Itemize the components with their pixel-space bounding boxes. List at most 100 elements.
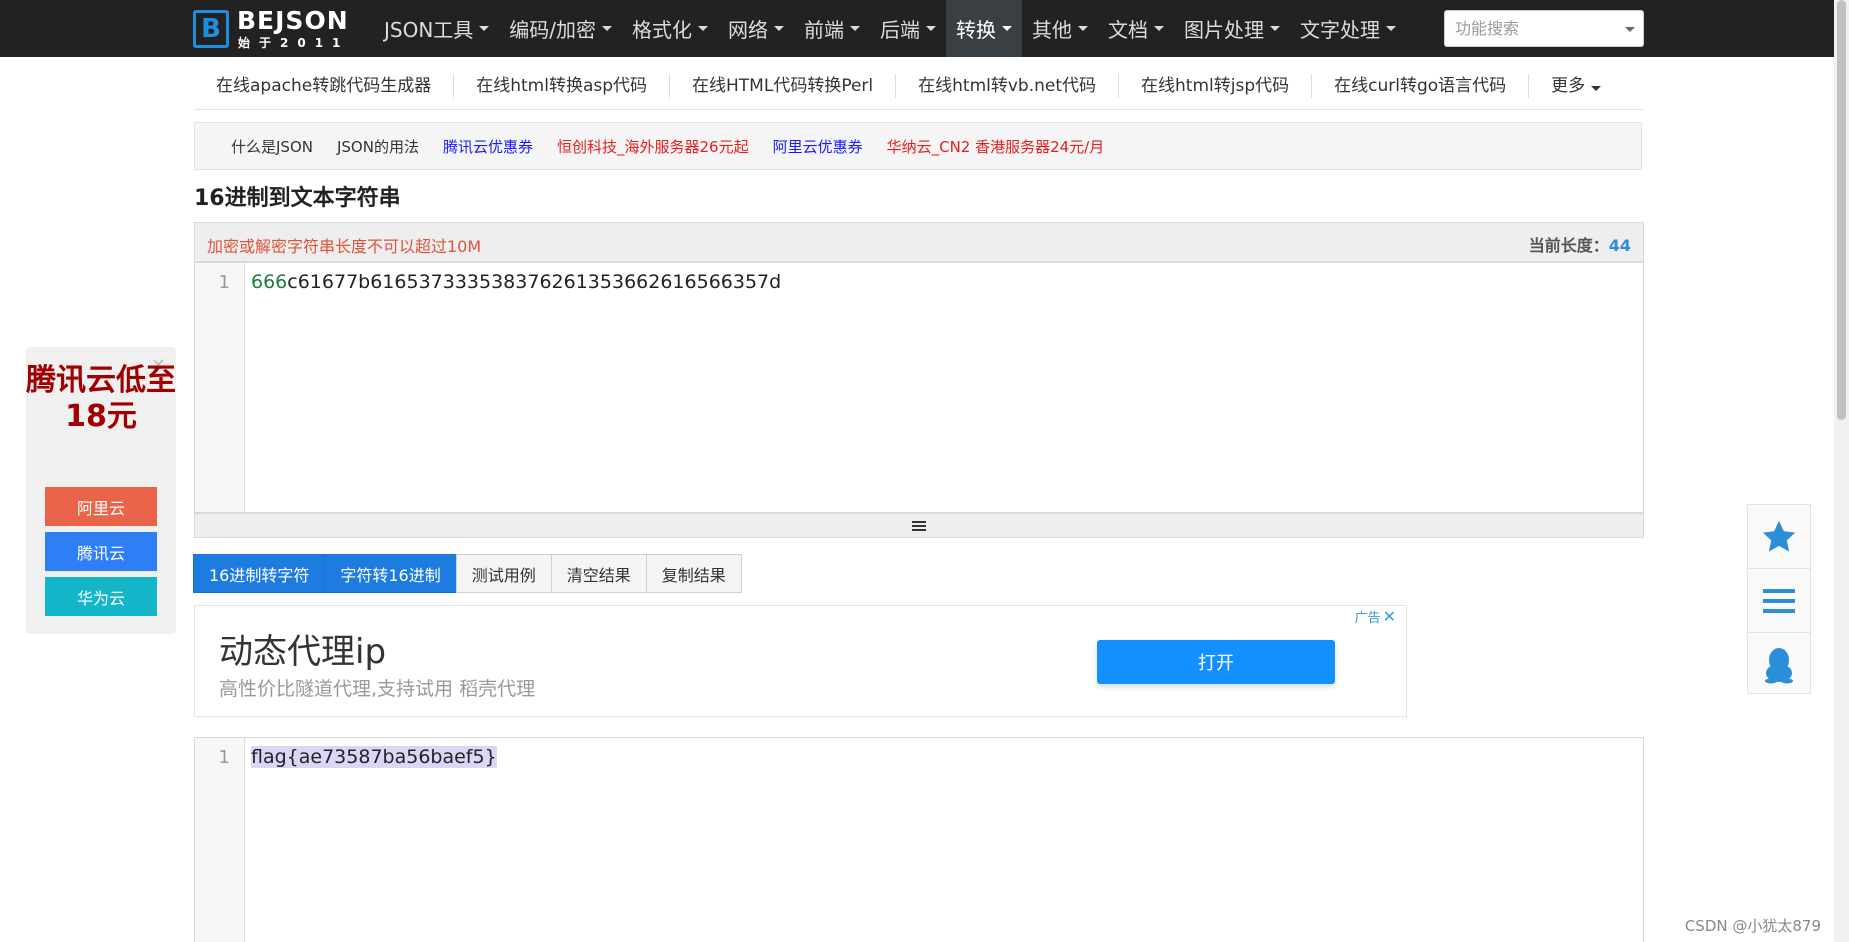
- nav-item-label: 前端: [804, 18, 845, 42]
- subnav-link[interactable]: 在线html转vb.net代码: [896, 73, 1120, 98]
- nav-item[interactable]: 文字处理: [1290, 0, 1406, 57]
- subnav-link[interactable]: 在线HTML代码转换Perl: [670, 73, 897, 98]
- chevron-down-icon: [1270, 26, 1281, 31]
- nav-item[interactable]: JSON工具: [374, 0, 499, 57]
- page-title: 16进制到文本字符串: [194, 186, 401, 211]
- action-buttons: 16进制转字符 字符转16进制 测试用例 清空结果 复制结果: [193, 554, 742, 593]
- ad-title: 动态代理ip: [219, 632, 387, 672]
- logo-icon[interactable]: B: [193, 10, 229, 48]
- editor-resize-handle[interactable]: [194, 513, 1644, 538]
- subnav-link[interactable]: 在线html转换asp代码: [454, 73, 671, 98]
- sub-nav: 在线apache转跳代码生成器 在线html转换asp代码 在线HTML代码转换Pe…: [194, 62, 1644, 110]
- quick-link[interactable]: 腾讯云优惠券: [443, 136, 533, 157]
- result-text: flag{ae73587ba56baef5}: [251, 746, 497, 768]
- scrollbar-thumb[interactable]: [1837, 0, 1846, 420]
- left-ad-button[interactable]: 阿里云: [45, 487, 157, 526]
- nav-item[interactable]: 转换: [946, 0, 1023, 57]
- subnav-link[interactable]: 在线html转jsp代码: [1119, 73, 1313, 98]
- logo-title[interactable]: BEJSON: [237, 6, 349, 35]
- action-button[interactable]: 清空结果: [550, 554, 647, 593]
- nav-item[interactable]: 编码/加密: [499, 0, 622, 57]
- nav-item-label: 文档: [1108, 18, 1149, 42]
- action-button[interactable]: 复制结果: [645, 554, 742, 593]
- left-ad-button[interactable]: 华为云: [45, 577, 157, 616]
- nav-item[interactable]: 文档: [1098, 0, 1174, 57]
- nav-menu: JSON工具 编码/加密 格式化 网络 前端 后端 转换 其他 文档 图片处理 文字处理: [374, 0, 1406, 57]
- qq-penguin-icon: [1765, 647, 1793, 683]
- nav-item-label: JSON工具: [384, 18, 474, 42]
- nav-item-label: 图片处理: [1184, 18, 1265, 42]
- current-length-label: 当前长度：: [1528, 236, 1609, 255]
- code-rest-token: c61677b616537333538376261353662616566357…: [287, 271, 782, 293]
- quick-link[interactable]: JSON的用法: [337, 136, 419, 157]
- nav-item-label: 文字处理: [1300, 18, 1381, 42]
- page-scrollbar[interactable]: [1834, 0, 1849, 942]
- subnav-link[interactable]: 在线apache转跳代码生成器: [194, 73, 455, 98]
- left-ad-button[interactable]: 腾讯云: [45, 532, 157, 571]
- length-warning: 加密或解密字符串长度不可以超过10M: [207, 237, 482, 256]
- chevron-down-icon: [479, 26, 490, 31]
- nav-item[interactable]: 图片处理: [1174, 0, 1290, 57]
- subnav-link[interactable]: 在线curl转go语言代码: [1312, 73, 1530, 98]
- quick-link[interactable]: 恒创科技_海外服务器26元起: [557, 136, 749, 157]
- close-icon[interactable]: ✕: [1383, 607, 1396, 626]
- ad-label: 广告 ✕: [1355, 607, 1396, 626]
- function-search-select[interactable]: 功能搜索: [1444, 10, 1644, 47]
- nav-item-label: 编码/加密: [509, 18, 597, 42]
- input-panel-header: 加密或解密字符串长度不可以超过10M 当前长度：44: [194, 222, 1644, 262]
- action-button[interactable]: 16进制转字符: [193, 554, 326, 593]
- watermark: CSDN @小犹太879: [1684, 917, 1821, 935]
- editor-gutter: 1: [195, 738, 245, 942]
- resize-handle-icon: [912, 519, 926, 533]
- logo-subtitle: 始于2011: [238, 36, 350, 50]
- chevron-down-icon: [1154, 26, 1165, 31]
- ad-subtitle: 高性价比隧道代理,支持试用 稻壳代理: [219, 678, 536, 700]
- chevron-down-icon: [774, 26, 785, 31]
- chevron-down-icon: [1002, 26, 1013, 31]
- nav-item-label: 格式化: [632, 18, 693, 42]
- chevron-down-icon: [850, 26, 861, 31]
- input-code-line[interactable]: 666c61677b616537333538376261353662616566…: [251, 271, 781, 293]
- output-editor[interactable]: 1 flag{ae73587ba56baef5}: [194, 737, 1644, 942]
- subnav-more-label: 更多: [1551, 75, 1586, 96]
- star-icon: [1762, 520, 1796, 552]
- chevron-down-icon: [698, 26, 709, 31]
- ad-label-text: 广告: [1354, 611, 1381, 626]
- nav-item-label: 网络: [728, 18, 769, 42]
- chevron-down-icon: [1591, 85, 1602, 91]
- quick-link[interactable]: 华纳云_CN2 香港服务器24元/月: [887, 136, 1105, 157]
- subnav-more[interactable]: 更多: [1529, 74, 1623, 98]
- nav-item[interactable]: 格式化: [622, 0, 718, 57]
- search-placeholder: 功能搜索: [1455, 19, 1520, 38]
- chevron-down-icon: [1386, 26, 1397, 31]
- nav-item[interactable]: 网络: [718, 0, 794, 57]
- output-result-line[interactable]: flag{ae73587ba56baef5}: [251, 746, 497, 768]
- top-nav: B BEJSON 始于2011 JSON工具 编码/加密 格式化 网络 前端 后端 转换 其他…: [0, 0, 1849, 57]
- input-editor[interactable]: 1 666c61677b6165373335383762613536626165…: [194, 262, 1644, 513]
- favorite-button[interactable]: [1748, 505, 1810, 569]
- menu-icon: [1763, 588, 1795, 613]
- nav-item[interactable]: 后端: [870, 0, 946, 57]
- qq-contact-button[interactable]: [1748, 633, 1810, 696]
- action-button[interactable]: 字符转16进制: [324, 554, 457, 593]
- chevron-down-icon: [1078, 26, 1089, 31]
- chevron-down-icon: [926, 26, 937, 31]
- ad-banner[interactable]: 动态代理ip 高性价比隧道代理,支持试用 稻壳代理 打开 广告 ✕: [194, 605, 1407, 717]
- chevron-down-icon: [1625, 27, 1635, 32]
- code-number-token: 666: [251, 271, 288, 293]
- nav-item[interactable]: 其他: [1022, 0, 1098, 57]
- quick-link[interactable]: 阿里云优惠券: [773, 136, 863, 157]
- current-length-value: 44: [1608, 236, 1631, 255]
- menu-button[interactable]: [1748, 569, 1810, 633]
- chevron-down-icon: [602, 26, 613, 31]
- floating-toolbar: [1747, 504, 1811, 694]
- editor-gutter: 1: [195, 263, 245, 512]
- nav-item[interactable]: 前端: [794, 0, 870, 57]
- ad-open-button[interactable]: 打开: [1097, 640, 1335, 684]
- line-number: 1: [218, 272, 230, 293]
- quick-link[interactable]: 什么是JSON: [231, 136, 313, 157]
- nav-item-label: 其他: [1032, 18, 1073, 42]
- action-button[interactable]: 测试用例: [455, 554, 552, 593]
- left-ad-headline[interactable]: 腾讯云低至18元: [26, 363, 176, 435]
- current-length: 当前长度：44: [1529, 232, 1631, 256]
